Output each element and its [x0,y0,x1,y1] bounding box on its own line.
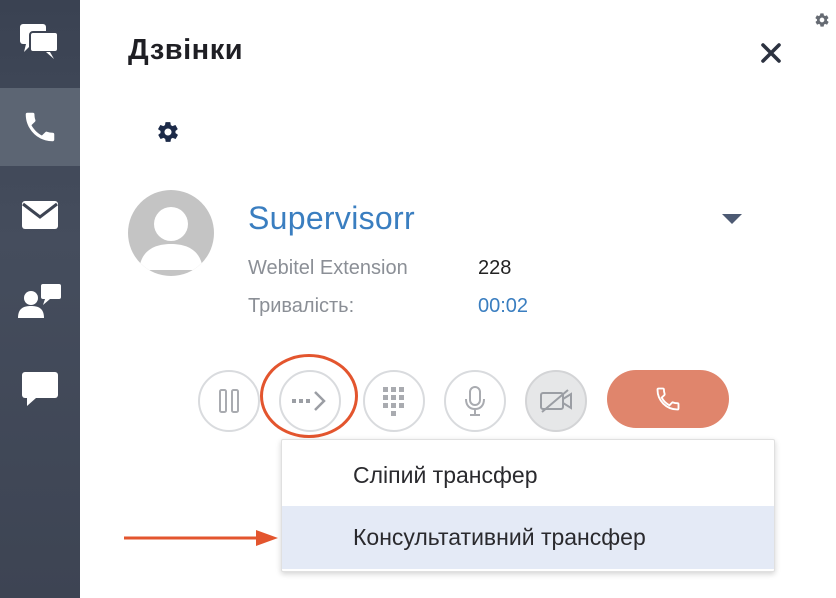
app-root: Дзвінки Supervisorr Webitel Extension 22… [0,0,836,598]
page-title: Дзвінки [128,34,244,66]
settings-gear-icon[interactable] [156,120,180,144]
transfer-button[interactable] [279,370,341,432]
hangup-phone-icon [656,387,680,411]
user-silhouette-icon [139,207,203,270]
chevron-down-icon[interactable] [722,214,742,224]
menu-item-blind-transfer[interactable]: Сліпий трансфер [282,444,774,507]
phone-icon [25,112,55,142]
video-off-icon [540,389,572,413]
sidebar-item-email[interactable] [0,176,80,254]
transfer-icon [292,391,326,411]
sidebar-item-calls[interactable] [0,88,80,166]
transfer-menu: Сліпий трансфер Консультативний трансфер [281,439,775,572]
chat-icon [22,372,58,406]
duration-value: 00:02 [478,295,529,317]
video-button[interactable] [525,370,587,432]
contacts-icon [18,284,61,318]
gear-icon[interactable] [814,12,830,28]
extension-label: Webitel Extension [248,257,408,279]
duration-label: Тривалість: [248,295,355,317]
hangup-button[interactable] [607,370,729,428]
sidebar [0,0,80,598]
mail-icon [22,201,58,229]
microphone-icon [465,386,485,416]
conversations-icon [20,24,59,59]
avatar [128,190,214,276]
menu-item-consultative-transfer[interactable]: Консультативний трансфер [282,506,774,569]
sidebar-item-contacts[interactable] [0,262,80,340]
dialpad-icon [383,387,404,416]
sidebar-item-conversations[interactable] [0,2,80,80]
close-icon[interactable] [758,40,784,66]
calls-panel: Дзвінки Supervisorr Webitel Extension 22… [80,0,836,598]
extension-value: 228 [478,257,512,279]
pause-icon [219,389,239,413]
sidebar-item-chat[interactable] [0,350,80,428]
mute-button[interactable] [444,370,506,432]
hold-button[interactable] [198,370,260,432]
keypad-button[interactable] [363,370,425,432]
caller-name: Supervisorr [248,200,415,236]
